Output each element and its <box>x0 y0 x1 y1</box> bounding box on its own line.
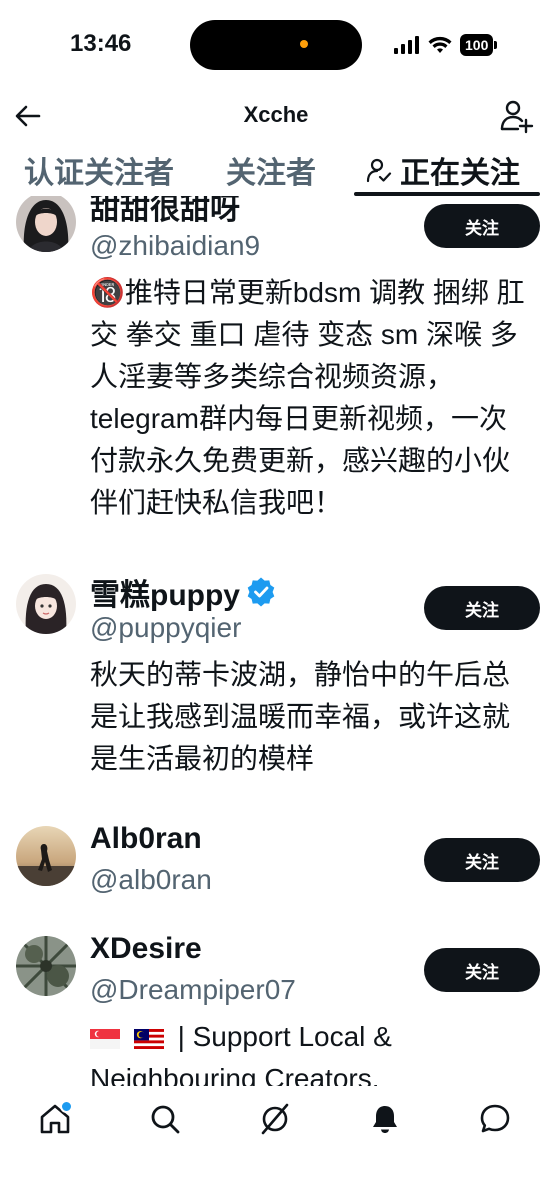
verified-badge-icon <box>247 577 275 607</box>
follow-button[interactable]: 关注 <box>424 586 540 630</box>
user-row[interactable]: 雪糕puppy @puppyqier 秋天的蒂卡波湖，静怡中的午后总是让我感到温… <box>0 570 552 790</box>
follow-button[interactable]: 关注 <box>424 204 540 248</box>
avatar-image <box>16 936 76 996</box>
user-handle: @zhibaidian9 <box>90 230 261 261</box>
grok-icon[interactable] <box>258 1102 292 1136</box>
user-row[interactable]: XDesire @Dreampiper07 | Support Local & … <box>0 932 552 1086</box>
user-row[interactable]: 甜甜很甜呀 @zhibaidian9 🔞推特日常更新bdsm 调教 捆绑 肛交 … <box>0 196 552 540</box>
user-handle: @Dreampiper07 <box>90 974 296 1005</box>
name-row: Alb0ran <box>90 822 202 856</box>
display-name[interactable]: 甜甜很甜呀 <box>90 196 240 228</box>
avatar-image <box>16 196 76 252</box>
display-name[interactable]: 雪糕puppy <box>90 570 240 614</box>
avatar[interactable] <box>16 826 76 886</box>
name-row: 雪糕puppy <box>90 570 276 614</box>
user-row[interactable]: Alb0ran @alb0ran 关注 <box>0 822 552 922</box>
status-icons: 100 <box>394 32 498 58</box>
follow-button[interactable]: 关注 <box>424 838 540 882</box>
page-title: Xcche <box>243 102 309 127</box>
malaysia-flag-icon <box>133 1028 164 1049</box>
search-icon[interactable] <box>148 1102 182 1136</box>
tab-following[interactable]: 正在关注 <box>366 148 520 192</box>
follow-button[interactable]: 关注 <box>424 948 540 992</box>
battery-level: 100 <box>460 34 494 56</box>
user-bio: 秋天的蒂卡波湖，静怡中的午后总是让我感到温暖而幸福，或许这就是生活最初的模样 <box>90 659 511 774</box>
wifi-icon <box>428 36 452 53</box>
bottom-nav <box>0 1086 552 1200</box>
following-list: 甜甜很甜呀 @zhibaidian9 🔞推特日常更新bdsm 调教 捆绑 肛交 … <box>0 196 552 1086</box>
avatar[interactable] <box>16 574 76 634</box>
tab-following-label: 正在关注 <box>400 157 520 190</box>
user-handle: @alb0ran <box>90 864 212 895</box>
avatar-image <box>16 574 76 634</box>
avatar-image <box>16 826 76 886</box>
user-handle: @puppyqier <box>90 612 242 643</box>
avatar[interactable] <box>16 936 76 996</box>
cellular-signal-icon <box>394 36 419 54</box>
home-notification-dot <box>60 1100 73 1113</box>
privacy-indicator <box>300 40 308 48</box>
battery-tip <box>494 41 498 49</box>
top-app-bar: Xcche <box>0 92 552 142</box>
singapore-flag-icon <box>90 1028 120 1049</box>
name-row: XDesire <box>90 932 202 966</box>
user-bio: 🔞推特日常更新bdsm 调教 捆绑 肛交 拳交 重口 虐待 变态 sm 深喉 多… <box>90 277 525 518</box>
dynamic-island <box>190 20 362 70</box>
notifications-bell-icon[interactable] <box>368 1102 402 1136</box>
messages-icon[interactable] <box>478 1102 512 1136</box>
follow-tabs: 认证关注者 关注者 正在关注 <box>0 142 552 196</box>
avatar[interactable] <box>16 196 76 252</box>
tab-followers[interactable]: 关注者 <box>226 148 316 192</box>
person-check-icon <box>366 158 392 183</box>
add-user-icon[interactable] <box>498 98 534 134</box>
status-time: 13:46 <box>70 30 132 57</box>
display-name[interactable]: Alb0ran <box>90 822 202 856</box>
name-row: 甜甜很甜呀 <box>90 196 240 228</box>
tab-verified-followers[interactable]: 认证关注者 <box>24 148 174 192</box>
battery-indicator: 100 <box>460 34 498 56</box>
display-name[interactable]: XDesire <box>90 932 202 966</box>
user-bio-container: | Support Local & Neighbouring Creators. <box>90 1016 530 1086</box>
status-bar: 13:46 100 <box>0 0 552 92</box>
